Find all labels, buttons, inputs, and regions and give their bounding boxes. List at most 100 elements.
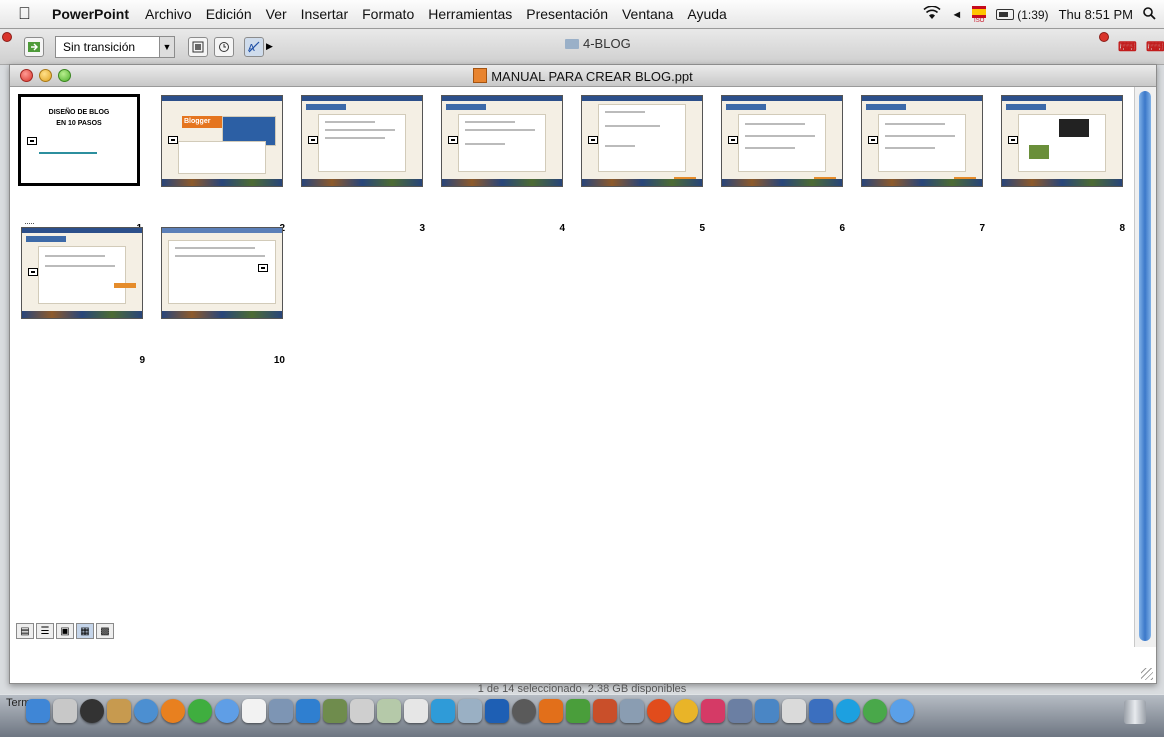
dashboard-icon[interactable] [53, 699, 77, 723]
slide-action-icon [168, 136, 178, 144]
chevron-down-icon[interactable]: ▼ [159, 36, 175, 58]
globe-icon[interactable] [863, 699, 887, 723]
safari-icon[interactable] [134, 699, 158, 723]
imovie-icon[interactable] [350, 699, 374, 723]
close-small-icon-right[interactable] [1099, 32, 1109, 42]
slide-view-button[interactable]: ▣ [56, 623, 74, 639]
itunes-icon[interactable] [296, 699, 320, 723]
trash-icon[interactable] [1124, 700, 1146, 724]
slide-thumbnail-1[interactable]: DISEÑO DE BLOG EN 10 PASOS [18, 94, 140, 186]
presentation-window: MANUAL PARA CREAR BLOG.ppt DISEÑO DE BLO… [9, 64, 1157, 684]
pdf-icon[interactable]: ⌨ [1118, 39, 1137, 56]
normal-view-button[interactable]: ▤ [16, 623, 34, 639]
slide-number: 3 [419, 223, 425, 234]
transition-select[interactable]: Sin transición ▼ [55, 36, 175, 58]
messenger-icon[interactable] [431, 699, 455, 723]
calculator-icon[interactable] [377, 699, 401, 723]
network-icon[interactable] [458, 699, 482, 723]
menu-herramientas[interactable]: Herramientas [428, 6, 512, 22]
slide-thumbnail-5[interactable] [581, 95, 703, 187]
toolbar-more-icon[interactable]: ▶ [266, 41, 273, 52]
slide-thumbnail-6[interactable] [721, 95, 843, 187]
menu-ver[interactable]: Ver [266, 6, 287, 22]
powerpoint-icon[interactable] [539, 699, 563, 723]
slide-sorter-toolbar: Sin transición ▼ A ▶ 4-BLOG ⌨ ⌨ [0, 29, 1164, 65]
slide-show-button[interactable]: ▩ [96, 623, 114, 639]
printer-icon[interactable] [782, 699, 806, 723]
menu-archivo[interactable]: Archivo [145, 6, 192, 22]
flash-icon[interactable] [647, 699, 671, 723]
slide-sorter-view-button[interactable]: ▦ [76, 623, 94, 639]
contacts-icon[interactable] [107, 699, 131, 723]
menu-formato[interactable]: Formato [362, 6, 414, 22]
dreamweaver-icon[interactable] [674, 699, 698, 723]
slide-1-link [39, 152, 97, 154]
slide-action-icon [258, 264, 268, 272]
slide-thumbnail-7[interactable] [861, 95, 983, 187]
battery-icon[interactable]: (1:39) [996, 8, 1049, 22]
apple-menu-icon[interactable]:  [18, 4, 36, 24]
volume-icon[interactable]: ◄ [951, 9, 962, 21]
slide-thumbnail-4[interactable] [441, 95, 563, 187]
menu-app-powerpoint[interactable]: PowerPoint [52, 6, 129, 22]
spotlight-search-icon[interactable] [1143, 6, 1156, 23]
slide-thumbnail-10[interactable] [161, 227, 283, 319]
finder-icon[interactable] [26, 699, 50, 723]
front-row-icon[interactable] [80, 699, 104, 723]
slide-number: 8 [1119, 223, 1125, 234]
hide-slide-button[interactable] [188, 37, 208, 57]
slide-number: 9 [139, 355, 145, 366]
folder-icon [565, 38, 579, 49]
rehearse-timings-button[interactable] [214, 37, 234, 57]
system-preferences-icon[interactable] [620, 699, 644, 723]
slide-sorter-area: DISEÑO DE BLOG EN 10 PASOS 1 Blogger 2 3 [10, 87, 1136, 647]
menu-edicion[interactable]: Edición [206, 6, 252, 22]
outline-view-button[interactable]: ☰ [36, 623, 54, 639]
slide-number: 4 [559, 223, 565, 234]
transition-select-value: Sin transición [63, 40, 136, 54]
downloads-icon[interactable] [890, 699, 914, 723]
svg-text:A: A [248, 43, 255, 54]
slide-thumbnail-3[interactable] [301, 95, 423, 187]
resize-grip-icon[interactable] [1141, 668, 1153, 680]
garageband-icon[interactable] [404, 699, 428, 723]
chat-icon[interactable] [188, 699, 212, 723]
publisher-icon[interactable] [593, 699, 617, 723]
scrollbar-thumb[interactable] [1139, 91, 1151, 641]
ichat-icon[interactable] [215, 699, 239, 723]
wifi-icon[interactable] [923, 5, 941, 23]
menu-presentacion[interactable]: Presentación [526, 6, 608, 22]
skype-icon[interactable] [836, 699, 860, 723]
menu-insertar[interactable]: Insertar [301, 6, 348, 22]
input-flag-icon[interactable]: ISO [972, 5, 987, 24]
slide-number: 7 [979, 223, 985, 234]
menu-ventana[interactable]: Ventana [622, 6, 673, 22]
dock-icons [26, 699, 914, 723]
slide-action-icon [308, 136, 318, 144]
slide-number: 6 [839, 223, 845, 234]
calendar-icon[interactable] [242, 699, 266, 723]
firefox-icon[interactable] [161, 699, 185, 723]
remote-icon[interactable] [809, 699, 833, 723]
menu-ayuda[interactable]: Ayuda [687, 6, 726, 22]
close-small-icon[interactable] [2, 32, 12, 42]
photo-booth-icon[interactable] [728, 699, 752, 723]
time-machine-icon[interactable] [512, 699, 536, 723]
image-capture-icon[interactable] [755, 699, 779, 723]
slide-action-icon [28, 268, 38, 276]
clock[interactable]: Thu 8:51 PM [1059, 7, 1133, 22]
slide-thumbnail-9[interactable] [21, 227, 143, 319]
excel-icon[interactable] [566, 699, 590, 723]
vertical-scrollbar[interactable] [1134, 87, 1156, 647]
transition-button[interactable] [24, 37, 44, 57]
pdf-icon-2[interactable]: ⌨ [1146, 39, 1164, 56]
slide-thumbnail-8[interactable] [1001, 95, 1123, 187]
acrobat-icon[interactable] [701, 699, 725, 723]
iphoto-icon[interactable] [323, 699, 347, 723]
window-titlebar[interactable]: MANUAL PARA CREAR BLOG.ppt [10, 65, 1156, 87]
show-formatting-button[interactable]: A [244, 37, 264, 57]
word-icon[interactable] [485, 699, 509, 723]
slide-thumbnail-2[interactable]: Blogger [161, 95, 283, 187]
dock: Term [0, 694, 1164, 737]
preview-icon[interactable] [269, 699, 293, 723]
